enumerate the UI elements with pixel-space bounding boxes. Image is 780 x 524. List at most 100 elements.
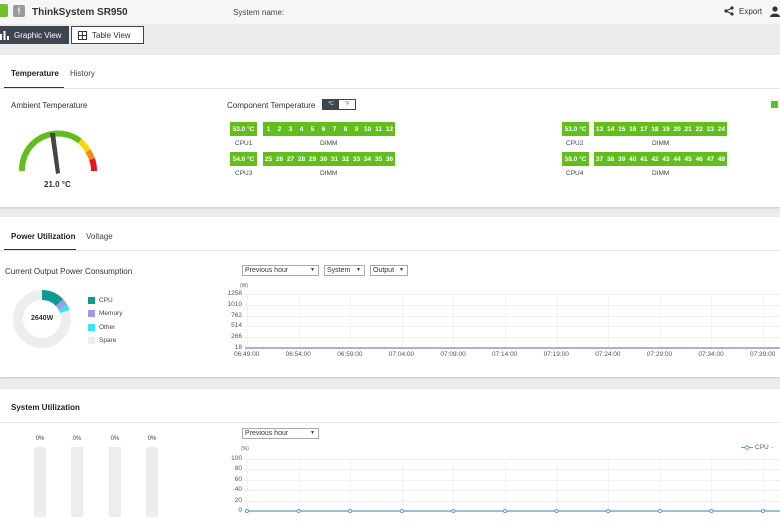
- cpu3-temp[interactable]: 54.0 °C: [230, 152, 257, 166]
- tab-temperature[interactable]: Temperature: [11, 69, 59, 78]
- dimm-slot[interactable]: 1: [263, 126, 274, 133]
- data-point[interactable]: [348, 508, 353, 514]
- export-button[interactable]: Export: [724, 6, 762, 16]
- data-point[interactable]: [244, 508, 250, 514]
- legend-cpu[interactable]: CPU: [88, 297, 113, 304]
- legend-cpu-util[interactable]: CPU –: [741, 444, 774, 451]
- dimm-slot[interactable]: 18: [649, 126, 660, 133]
- dimm-slot[interactable]: 10: [362, 126, 373, 133]
- dimm-slot[interactable]: 26: [274, 156, 285, 163]
- dimm-slot[interactable]: 28: [296, 156, 307, 163]
- dimm-slot[interactable]: 17: [638, 126, 649, 133]
- donut-slice-cpu[interactable]: [41, 290, 64, 307]
- dimm-slot[interactable]: 14: [605, 126, 616, 133]
- dimm-slot[interactable]: 24: [716, 126, 727, 133]
- dimm-slot[interactable]: 27: [285, 156, 296, 163]
- user-icon[interactable]: [770, 6, 780, 17]
- cpu2-temp[interactable]: 53.0 °C: [562, 122, 589, 136]
- power-range-select[interactable]: Previous hour ▼: [242, 265, 319, 276]
- unit-fahrenheit[interactable]: °F: [339, 100, 355, 109]
- tab-history[interactable]: History: [70, 69, 95, 78]
- dimm-slot[interactable]: 21: [683, 126, 694, 133]
- data-point[interactable]: [399, 508, 404, 514]
- table-view-button[interactable]: Table View: [71, 26, 144, 44]
- legend-spare[interactable]: Spare: [88, 337, 116, 344]
- dimm-slot[interactable]: 15: [616, 126, 627, 133]
- data-point[interactable]: [502, 508, 508, 514]
- series-marker-icon: [741, 445, 753, 450]
- warning-icon[interactable]: !: [13, 5, 25, 17]
- dimm-slot[interactable]: 6: [318, 126, 329, 133]
- data-point[interactable]: [451, 508, 456, 514]
- power-logo-icon[interactable]: [0, 4, 8, 17]
- dimm-slot[interactable]: 35: [373, 156, 384, 163]
- dimm-slot[interactable]: 19: [660, 126, 671, 133]
- dimm-slot[interactable]: 3: [285, 126, 296, 133]
- dimm-slot[interactable]: 42: [649, 156, 660, 163]
- dimm-slot[interactable]: 37: [594, 156, 605, 163]
- legend-memory[interactable]: Memory: [88, 310, 122, 317]
- dimm-slot[interactable]: 32: [340, 156, 351, 163]
- chevron-down-icon: ▼: [399, 267, 404, 273]
- dimm-slot[interactable]: 7: [329, 126, 340, 133]
- utilization-bar: [71, 447, 83, 517]
- unit-celsius[interactable]: °C: [323, 100, 339, 109]
- cpu4-temp[interactable]: 58.0 °C: [562, 152, 589, 166]
- tab-voltage[interactable]: Voltage: [86, 232, 113, 241]
- dimm-slot[interactable]: 29: [307, 156, 318, 163]
- dimm-slot[interactable]: 2: [274, 126, 285, 133]
- dimm-slot[interactable]: 13: [594, 126, 605, 133]
- dimm-slot[interactable]: 33: [351, 156, 362, 163]
- y-tick-label: 1010: [227, 300, 242, 308]
- power-scope-select[interactable]: System ▼: [324, 265, 365, 276]
- data-point[interactable]: [296, 508, 301, 514]
- dimm-slot[interactable]: 40: [627, 156, 638, 163]
- legend-other[interactable]: Other: [88, 324, 115, 331]
- dimm-slot[interactable]: 16: [627, 126, 638, 133]
- dimm-slot[interactable]: 48: [716, 156, 727, 163]
- power-type-select[interactable]: Output ▼: [370, 265, 408, 276]
- data-point[interactable]: [709, 508, 714, 514]
- power-type-value: Output: [373, 267, 395, 274]
- dimm-slot[interactable]: 47: [705, 156, 716, 163]
- dimm-slot[interactable]: 38: [605, 156, 616, 163]
- dimm-slot[interactable]: 44: [672, 156, 683, 163]
- donut-slice-memory[interactable]: [55, 299, 68, 310]
- dimm-slot[interactable]: 9: [351, 126, 362, 133]
- chevron-down-icon: ▼: [310, 267, 315, 273]
- dimm-slot[interactable]: 23: [705, 126, 716, 133]
- dimm-slot[interactable]: 34: [362, 156, 373, 163]
- y-tick-label: 40: [234, 486, 242, 494]
- cpu1-temp[interactable]: 53.0 °C: [230, 122, 257, 136]
- dimm-slot[interactable]: 41: [638, 156, 649, 163]
- dimm-slot[interactable]: 12: [384, 126, 395, 133]
- tab-power-utilization[interactable]: Power Utilization: [11, 232, 75, 241]
- dimm-slot[interactable]: 36: [384, 156, 395, 163]
- data-point[interactable]: [657, 508, 662, 514]
- dimm-slot[interactable]: 11: [373, 126, 384, 133]
- dimm-slot[interactable]: 8: [340, 126, 351, 133]
- unit-toggle[interactable]: °C °F: [322, 99, 356, 110]
- x-tick-label: 06:54:00: [285, 351, 311, 358]
- share-icon: [724, 6, 734, 16]
- x-tick-label: 06:59:00: [337, 351, 363, 358]
- dimm-slot[interactable]: 22: [694, 126, 705, 133]
- dimm-slot[interactable]: 46: [694, 156, 705, 163]
- dimm-slot[interactable]: 45: [683, 156, 694, 163]
- data-point[interactable]: [606, 508, 611, 514]
- utilization-bar: [34, 447, 46, 517]
- donut-slice-other[interactable]: [58, 305, 70, 314]
- dimm-slot[interactable]: 31: [329, 156, 340, 163]
- dimm-slot[interactable]: 39: [616, 156, 627, 163]
- dimm-slot[interactable]: 25: [263, 156, 274, 163]
- dimm-slot[interactable]: 43: [660, 156, 671, 163]
- dimm-slot[interactable]: 5: [307, 126, 318, 133]
- system-range-value: Previous hour: [245, 430, 289, 437]
- dimm-slot[interactable]: 20: [672, 126, 683, 133]
- dimm-slot[interactable]: 4: [296, 126, 307, 133]
- graphic-view-button[interactable]: Graphic View: [0, 26, 69, 44]
- data-point[interactable]: [554, 508, 559, 514]
- system-range-select[interactable]: Previous hour ▼: [242, 428, 319, 439]
- dimm-slot[interactable]: 30: [318, 156, 329, 163]
- data-point[interactable]: [760, 508, 766, 514]
